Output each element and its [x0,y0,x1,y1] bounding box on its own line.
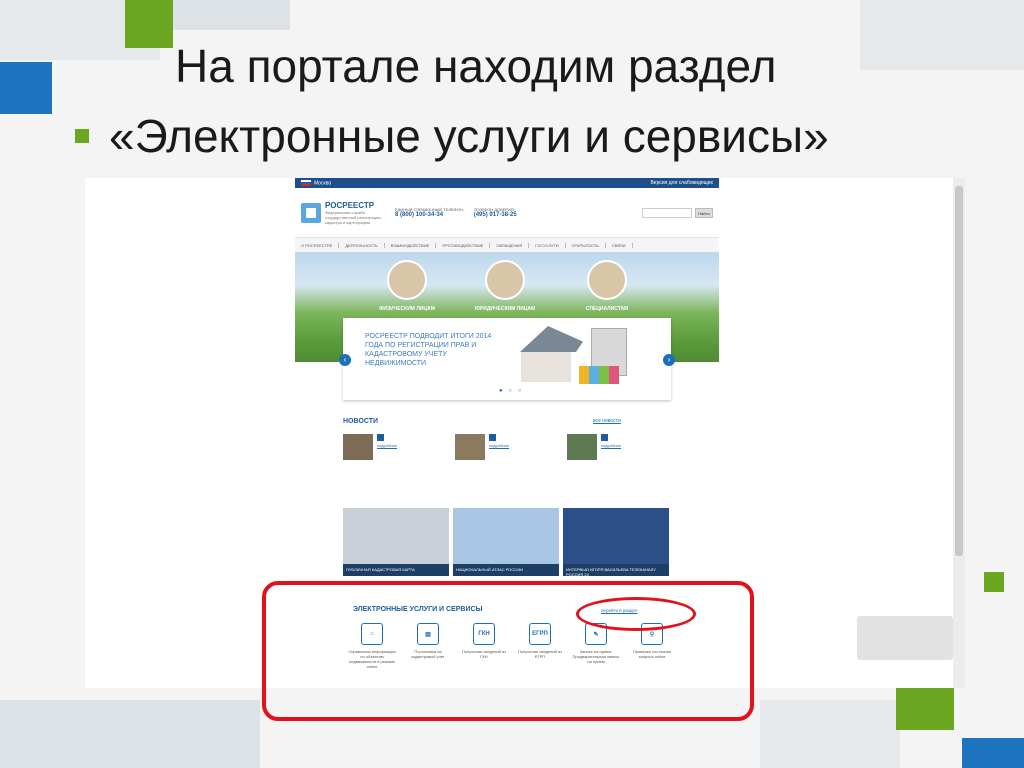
nav-item[interactable]: ВЗАИМОДЕЙСТВИЕ [391,242,437,248]
news-more-link[interactable]: подробнее [489,443,509,448]
russian-flag-icon [301,179,311,186]
feature-tiles: ПУБЛИЧНАЯ КАДАСТРОВАЯ КАРТА НАЦИОНАЛЬНЫЙ… [343,508,671,577]
interview-tile[interactable]: ИНТЕРВЬЮ ИГОРЯ ВАСИЛЬЕВА ТЕЛЕКАНАЛУ РОСС… [563,508,669,577]
decor-square-green-small [984,572,1004,592]
background-tile [0,700,260,768]
search-input[interactable] [642,207,692,218]
bullet-marker [75,128,89,143]
side-widget [857,616,953,660]
slide-bullet: «Электронные услуги и сервисы» [75,108,829,164]
site-topbar: Москва Версия для слабовидящих [295,178,719,188]
nav-item[interactable]: ГОСУСЛУГИ [535,242,566,248]
background-tile [860,0,1024,70]
accessibility-link[interactable]: Версия для слабовидящих [650,180,713,186]
site-logo[interactable]: РОСРЕЕСТР Федеральная служба государстве… [301,201,385,225]
slider-next-arrow[interactable]: › [663,354,675,366]
individuals-label[interactable]: ФИЗИЧЕСКИМ ЛИЦАМ [367,306,447,312]
nav-item[interactable]: ДЕЯТЕЛЬНОСТЬ [345,242,385,248]
national-atlas-tile[interactable]: НАЦИОНАЛЬНЫЙ АТЛАС РОССИИ [453,508,559,576]
trust-line-block: ТЕЛЕФОН ДОВЕРИЯ: (495) 917-38-25 [474,207,517,218]
search-button[interactable]: Найти [695,207,713,218]
bar-illustration [579,366,619,384]
nav-item[interactable]: ОТКРЫТОСТЬ [572,242,606,248]
region-selector[interactable]: Москва [301,179,332,187]
highlight-oval [576,597,696,631]
slide-title: На портале находим раздел [175,40,777,92]
nav-item[interactable]: ПРОТИВОДЕЙСТВИЕ [442,242,491,248]
nav-item[interactable]: ОБРАЩЕНИЯ [496,242,530,248]
tile-caption[interactable]: НАЦИОНАЛЬНЫЙ АТЛАС РОССИИ [453,564,559,576]
slider-dots[interactable]: ● ○ ○ [499,388,523,394]
news-item[interactable]: подробнее [455,434,559,460]
bullet-text: «Электронные услуги и сервисы» [109,110,829,162]
site-search: Найти [642,207,713,218]
hotline-number: 8 (800) 100-34-34 [395,212,444,218]
decor-square-blue [962,738,1024,768]
legal-entities-label[interactable]: ЮРИДИЧЕСКИМ ЛИЦАМ [465,306,545,312]
news-item[interactable]: подробнее [567,434,671,460]
promo-text[interactable]: РОСРЕЕСТР ПОДВОДИТ ИТОГИ 2014 ГОДА ПО РЕ… [365,332,495,368]
news-thumbnail[interactable] [455,434,485,460]
site-nav: О РОСРЕЕСТРЕ ДЕЯТЕЛЬНОСТЬ ВЗАИМОДЕЙСТВИЕ ПР… [295,238,719,252]
specialists-label[interactable]: СПЕЦИАЛИСТАМ [567,306,647,312]
news-list: подробнее подробнее подробнее [343,434,671,460]
news-heading: НОВОСТИ [343,418,379,425]
nav-item[interactable]: СВЯЗИ [612,242,633,248]
decor-square-blue [0,62,52,114]
specialists-photo[interactable] [587,260,627,300]
house-illustration [513,326,583,382]
tile-caption[interactable]: ИНТЕРВЬЮ ИГОРЯ ВАСИЛЬЕВА ТЕЛЕКАНАЛУ РОСС… [563,564,669,577]
news-date-badge [489,434,497,441]
news-thumbnail[interactable] [567,434,597,460]
hotline-block: ЕДИНЫЙ СПРАВОЧНЫЙ ТЕЛЕФОН: 8 (800) 100-3… [395,207,464,218]
news-date-badge [601,434,609,441]
background-tile [160,0,290,30]
tile-caption[interactable]: ПУБЛИЧНАЯ КАДАСТРОВАЯ КАРТА [343,564,449,576]
news-more-link[interactable]: подробнее [601,443,621,448]
individuals-photo[interactable] [387,260,427,300]
scrollbar[interactable] [953,178,965,688]
news-item[interactable]: подробнее [343,434,447,460]
decor-square-green [125,0,173,48]
scrollbar-thumb[interactable] [955,186,963,556]
legal-entities-photo[interactable] [485,260,525,300]
cadastral-map-tile[interactable]: ПУБЛИЧНАЯ КАДАСТРОВАЯ КАРТА [343,508,449,576]
decor-square-green [896,686,954,730]
trust-line-number: (495) 917-38-25 [473,212,517,218]
logo-subtitle: Федеральная служба государственной регис… [325,209,382,225]
news-date-badge [377,434,385,441]
background-tile [760,700,900,768]
news-thumbnail[interactable] [343,434,373,460]
news-more-link[interactable]: подробнее [377,443,397,448]
nav-item[interactable]: О РОСРЕЕСТРЕ [301,242,340,248]
all-news-link[interactable]: все новости [593,418,621,424]
site-header: РОСРЕЕСТР Федеральная служба государстве… [295,188,719,238]
region-label: Москва [314,180,332,187]
rosreestr-logo-icon [301,202,321,223]
slider-prev-arrow[interactable]: ‹ [339,354,351,366]
logo-name: РОСРЕЕСТР [325,200,375,210]
